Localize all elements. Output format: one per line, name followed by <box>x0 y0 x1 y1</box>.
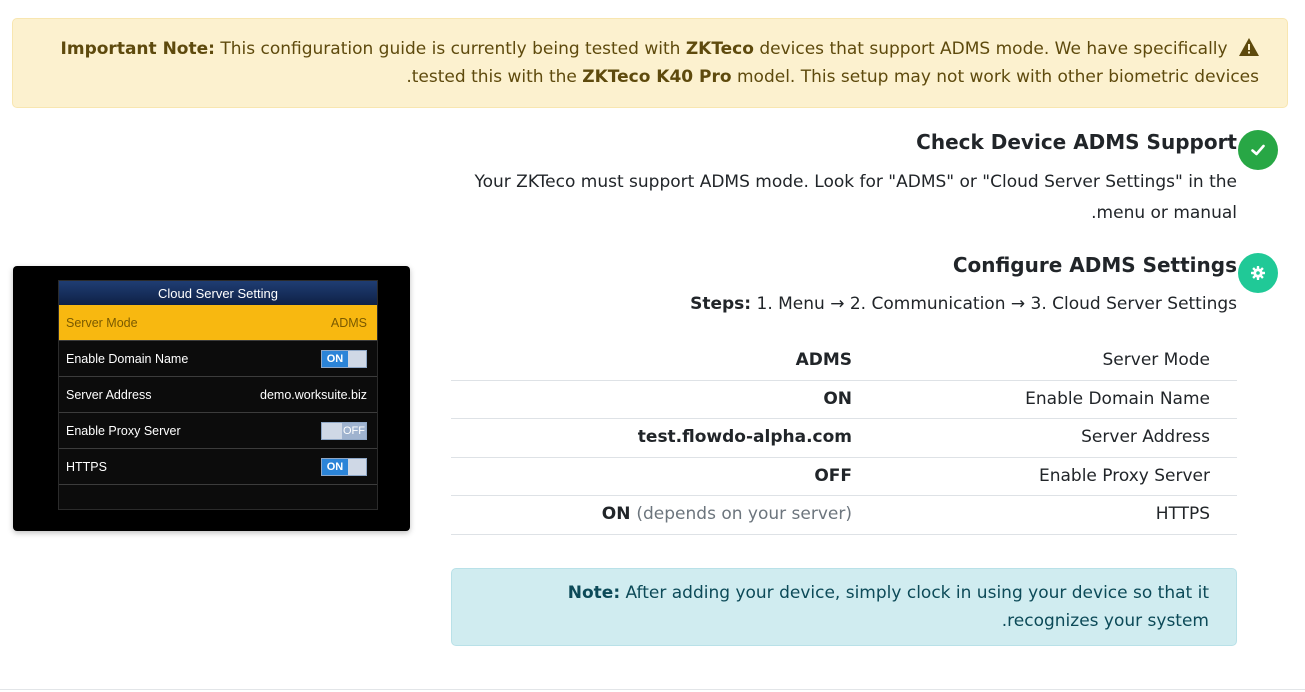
important-note-model: ZKTeco K40 Pro <box>582 67 732 87</box>
device-toggle-on: ON <box>321 457 367 476</box>
device-row-label: Server Mode <box>66 315 138 330</box>
gear-icon <box>1251 266 1265 280</box>
important-note-text-2b: model. This setup may not work with othe… <box>737 67 1259 87</box>
step-1-badge <box>1238 130 1278 170</box>
device-row-label: Enable Domain Name <box>66 351 189 366</box>
device-row-enable-domain-name: Enable Domain Name ON <box>59 341 377 377</box>
important-note-line-1: Important Note: This configuration guide… <box>33 35 1259 63</box>
step-2-steps: Steps: 1. Menu → 2. Communication → 3. C… <box>437 289 1237 320</box>
important-note-line-2: .tested this with the ZKTeco K40 Pro mod… <box>33 63 1259 91</box>
setting-value-main: ON <box>601 504 631 525</box>
device-screen: Cloud Server Setting Server Mode ADMS En… <box>58 280 378 510</box>
device-row-label: Enable Proxy Server <box>66 423 181 438</box>
important-note-text-1a: This configuration guide is currently be… <box>220 39 681 59</box>
table-row: test.flowdo-alpha.com Server Address <box>451 419 1237 458</box>
steps-label: Steps: <box>690 294 752 314</box>
important-note-alert: Important Note: This configuration guide… <box>12 18 1288 108</box>
setting-key: HTTPS <box>1155 504 1210 525</box>
table-row: OFF Enable Proxy Server <box>451 458 1237 497</box>
steps-text: 1. Menu → 2. Communication → 3. Cloud Se… <box>756 294 1237 314</box>
device-row-server-address: Server Address demo.worksuite.biz <box>59 377 377 413</box>
note-label: Note: <box>567 583 621 603</box>
step-1-description: Your ZKTeco must support ADMS mode. Look… <box>437 167 1237 229</box>
step-2-badge <box>1238 253 1278 293</box>
setting-value: ON <box>823 388 852 409</box>
step-1-title: Check Device ADMS Support <box>916 130 1237 154</box>
step-2-title: Configure ADMS Settings <box>952 253 1237 277</box>
important-note-text-2a: .tested this with the <box>406 67 577 87</box>
setting-value-note: (depends on your server) <box>636 504 852 525</box>
warning-triangle-icon <box>1239 38 1259 56</box>
device-row-https: HTTPS ON <box>59 449 377 485</box>
note-text-1: After adding your device, simply clock i… <box>625 583 1209 603</box>
setting-value: ON (depends on your server) <box>602 504 852 524</box>
device-row-server-mode: Server Mode ADMS <box>59 305 377 341</box>
device-screenshot: Cloud Server Setting Server Mode ADMS En… <box>13 266 410 531</box>
setting-value: test.flowdo-alpha.com <box>637 427 852 448</box>
setting-value: ADMS <box>795 350 852 370</box>
setting-key: Enable Domain Name <box>1025 388 1210 409</box>
important-note-text-1b: devices that support ADMS mode. We have … <box>759 39 1228 59</box>
table-row: ON Enable Domain Name <box>451 381 1237 420</box>
step-1-text-line-1: Your ZKTeco must support ADMS mode. Look… <box>474 172 1237 192</box>
important-note-label: Important Note: <box>60 39 215 59</box>
table-row: ADMS Server Mode <box>451 342 1237 381</box>
settings-table: ADMS Server Mode ON Enable Domain Name t… <box>451 342 1237 535</box>
table-row: ON (depends on your server) HTTPS <box>451 496 1237 535</box>
device-row-enable-proxy-server: Enable Proxy Server OFF <box>59 413 377 449</box>
device-row-label: HTTPS <box>66 459 107 474</box>
note-alert: Note: After adding your device, simply c… <box>451 568 1237 646</box>
note-line-2: .recognizes your system <box>1001 611 1209 631</box>
setting-key: Enable Proxy Server <box>1038 465 1210 486</box>
step-1-text-line-2: .menu or manual <box>1091 203 1237 223</box>
setting-value: OFF <box>814 465 852 486</box>
device-row-value: ADMS <box>330 315 367 330</box>
device-row-label: Server Address <box>66 387 152 402</box>
check-icon <box>1251 144 1265 156</box>
note-line-1: Note: After adding your device, simply c… <box>472 579 1209 607</box>
setting-key: Server Mode <box>1102 350 1210 370</box>
setting-key: Server Address <box>1081 427 1210 448</box>
important-note-brand: ZKTeco <box>685 39 754 59</box>
device-row-value: demo.worksuite.biz <box>260 387 367 402</box>
divider <box>0 689 1305 690</box>
device-screen-title: Cloud Server Setting <box>59 281 377 305</box>
device-toggle-on: ON <box>321 349 367 368</box>
device-toggle-off: OFF <box>321 421 367 440</box>
